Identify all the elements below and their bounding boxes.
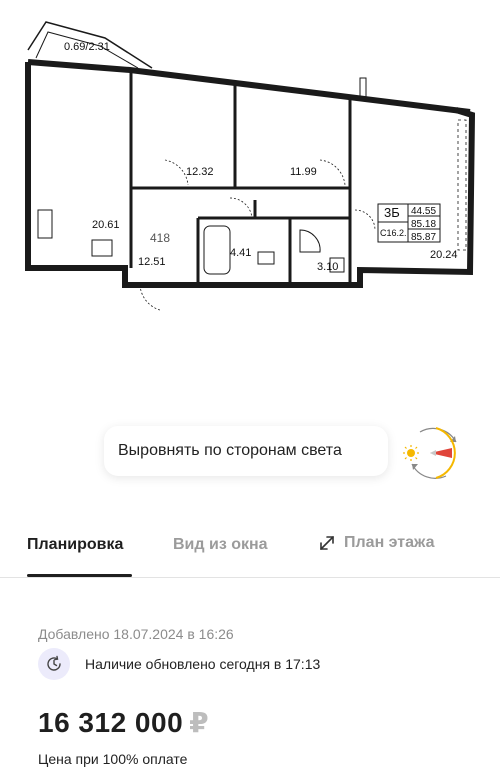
balcony-area-label: 0.69/2.31 [64,41,110,53]
spec-code: 3Б [384,205,400,220]
currency-symbol: ₽ [189,707,210,738]
floor-plan-drawing: 0.69/2.31 20.61 12.32 11.99 418 12.51 4.… [25,21,476,311]
tab-floor-plan[interactable]: План этажа [318,534,434,552]
added-date: Добавлено 18.07.2024 в 16:26 [38,626,234,642]
price: 16 312 000 ₽ [38,706,209,739]
living-area-label: 20.61 [92,219,120,231]
active-tab-indicator [27,574,132,577]
expand-icon [320,536,334,550]
compass-icon[interactable] [400,420,466,486]
view-tabs: Планировка Вид из окна План этажа [0,528,500,578]
kitchen-area-label: 20.24 [430,249,458,261]
clock-refresh-icon [38,648,70,680]
bedroom1-area-label: 12.32 [186,166,214,178]
align-cardinal-button[interactable]: Выровнять по сторонам света [104,426,388,476]
floor-plan[interactable]: 0.69/2.31 20.61 12.32 11.99 418 12.51 4.… [0,0,500,330]
spec-area-2: 85.18 [411,219,436,230]
hall-number-label: 418 [150,231,170,245]
tab-floor-plan-label: План этажа [344,534,435,551]
bath-area-label: 4.41 [230,247,251,259]
bedroom2-area-label: 11.99 [290,166,317,178]
spec-area-1: 44.55 [411,206,436,217]
availability-text: Наличие обновлено сегодня в 17:13 [85,656,321,672]
tab-window-view[interactable]: Вид из окна [173,536,268,554]
tab-layout[interactable]: Планировка [27,536,123,554]
price-value: 16 312 000 [38,707,184,738]
wc-area-label: 3.10 [317,261,338,273]
price-note: Цена при 100% оплате [38,751,188,767]
availability-row: Наличие обновлено сегодня в 17:13 [38,648,320,680]
hall-area-label: 12.51 [138,256,166,268]
spec-sub: С16.2. [380,228,407,238]
align-cardinal-label: Выровнять по сторонам света [118,442,342,459]
spec-area-3: 85.87 [411,232,436,243]
